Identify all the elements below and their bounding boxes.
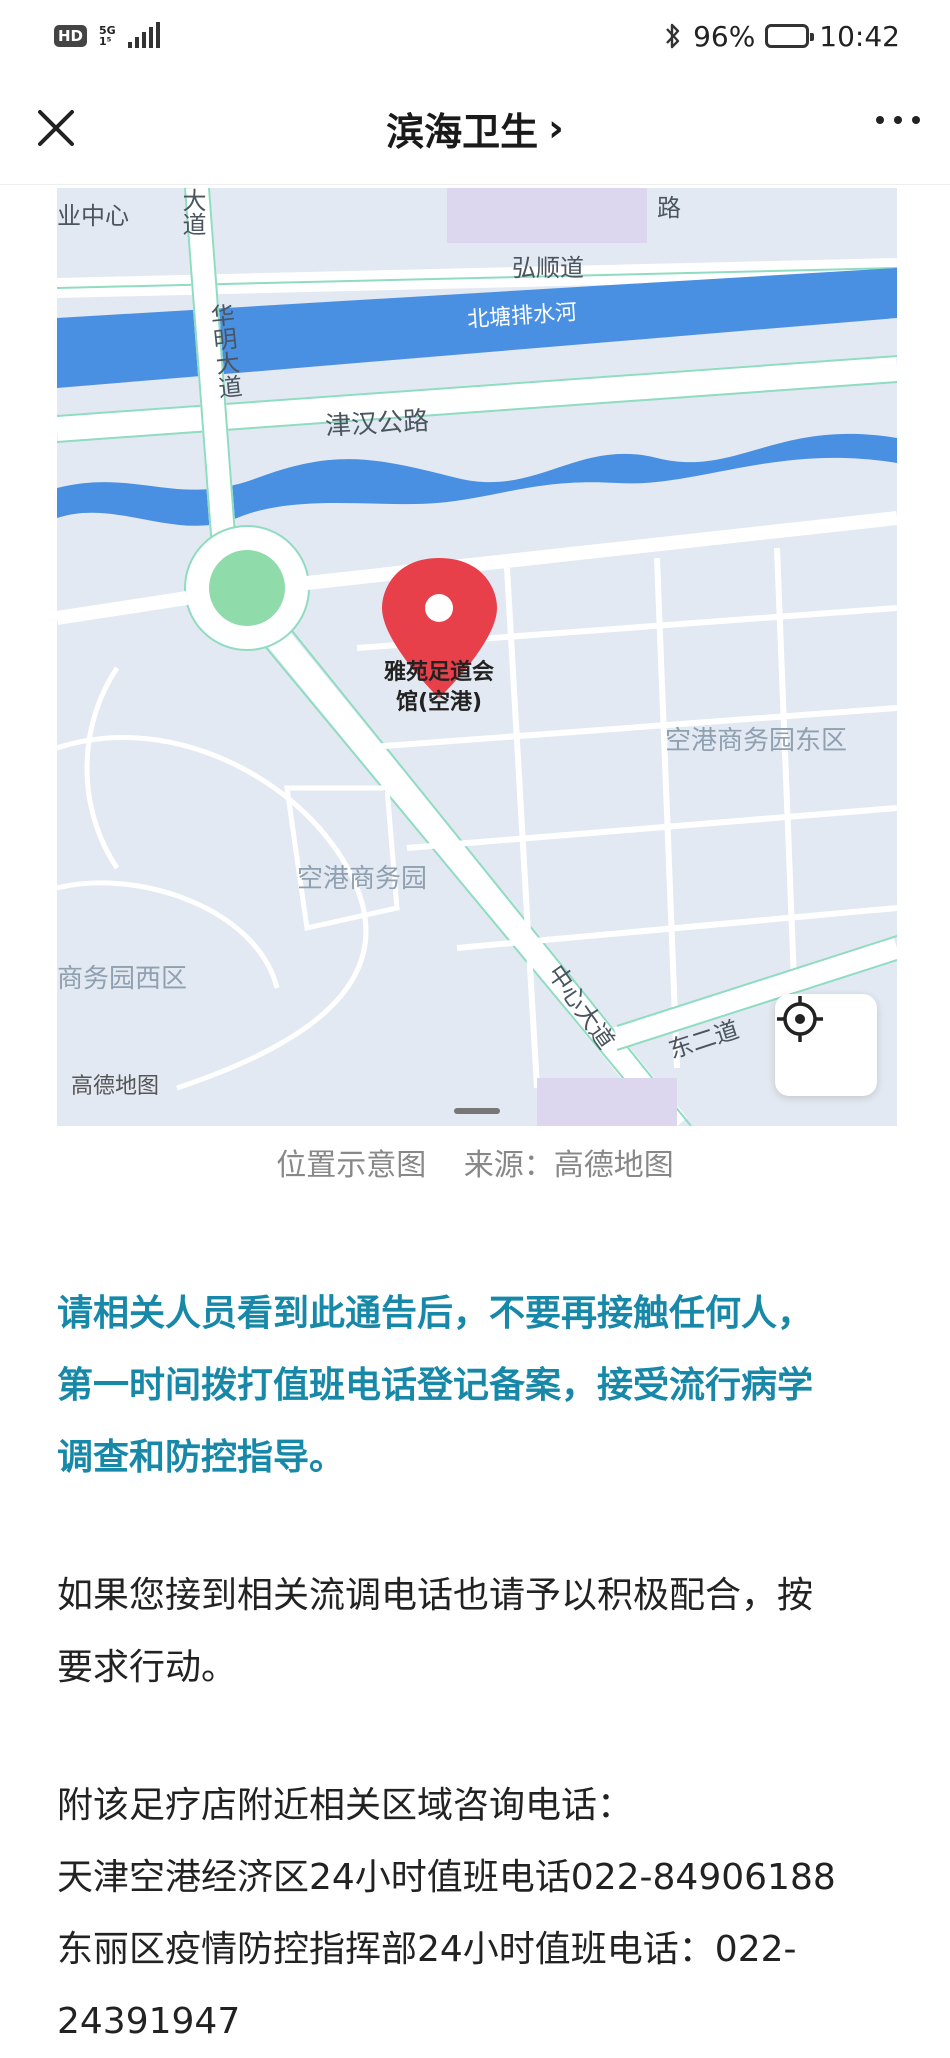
highlight-line: 调查和防控指导。 [57, 1437, 346, 1478]
map-label-east-district: 空港商务园东区 [665, 726, 848, 756]
close-icon[interactable] [30, 102, 82, 154]
more-icon[interactable] [876, 116, 920, 124]
map-label-hongshun: 弘顺道 [512, 254, 584, 282]
map-poi-label: 雅苑足道会 馆(空港) [369, 658, 509, 718]
paragraph-line: 附该足疗店附近相关区域咨询电话： [57, 1785, 634, 1826]
network-type: 5G 1⁵ [99, 25, 116, 47]
bluetooth-icon [666, 23, 680, 49]
account-title[interactable]: 滨海卫生 › [386, 101, 564, 156]
chevron-right-icon: › [548, 106, 564, 150]
map-label-center: 业中心 [57, 202, 129, 230]
battery-icon [765, 24, 815, 48]
highlight-line: 请相关人员看到此通告后，不要再接触任何人， [57, 1293, 814, 1334]
hd-badge: HD [54, 25, 88, 47]
map-label-business-park: 空港商务园 [297, 864, 428, 894]
amap-logo: 高德地图 [71, 1074, 160, 1099]
map-label-road-lu: 路 [657, 194, 681, 222]
drag-handle[interactable] [454, 1108, 500, 1114]
map-label-west-district: 商务园西区 [57, 964, 188, 994]
signal-icon [127, 22, 160, 48]
locate-icon [777, 996, 823, 1042]
highlight-line: 第一时间拨打值班电话登记备案，接受流行病学 [57, 1365, 814, 1406]
paragraph-line: 如果您接到相关流调电话也请予以积极配合，按 [57, 1575, 814, 1616]
status-left: HD 5G 1⁵ [54, 22, 160, 48]
phone-line-dongli[interactable]: 东丽区疫情防控指挥部24小时值班电话：022- [57, 1914, 897, 1986]
article-body: 请相关人员看到此通告后，不要再接触任何人， 第一时间拨打值班电话登记备案，接受流… [57, 1278, 897, 2058]
account-name: 滨海卫生 [386, 109, 539, 154]
network-sub: 1⁵ [99, 35, 112, 48]
nav-bar: 滨海卫生 › [0, 72, 950, 185]
map-poi-line2: 馆(空港) [395, 690, 483, 715]
map-poi-line1: 雅苑足道会 [383, 660, 494, 685]
battery-percent: 96% [693, 19, 756, 53]
phone-line-airport[interactable]: 天津空港经济区24小时值班电话022-84906188 [57, 1842, 897, 1914]
location-map[interactable]: 业中心 大道 路 弘顺道 北塘排水河 华明大道 津汉公路 雅苑足道会 馆(空港)… [57, 188, 897, 1126]
phone-line-dongli-number[interactable]: 24391947 [57, 1986, 897, 2058]
status-bar: HD 5G 1⁵ 96% 10:42 [0, 0, 950, 72]
contact-paragraph: 附该足疗店附近相关区域咨询电话： 天津空港经济区24小时值班电话022-8490… [57, 1770, 897, 2058]
map-label-jinhan: 津汉公路 [324, 406, 430, 442]
map-caption: 位置示意图 来源：高德地图 [0, 1140, 950, 1184]
caption-source: 来源：高德地图 [463, 1148, 674, 1183]
status-right: 96% 10:42 [663, 20, 900, 53]
locate-button[interactable] [775, 994, 877, 1096]
clock: 10:42 [819, 19, 900, 53]
paragraph-line: 要求行动。 [57, 1647, 238, 1688]
highlight-paragraph: 请相关人员看到此通告后，不要再接触任何人， 第一时间拨打值班电话登记备案，接受流… [57, 1278, 897, 1494]
caption-title: 位置示意图 [276, 1148, 427, 1183]
map-label-road-da: 大道 [178, 188, 206, 236]
cooperation-paragraph: 如果您接到相关流调电话也请予以积极配合，按 要求行动。 [57, 1560, 897, 1704]
